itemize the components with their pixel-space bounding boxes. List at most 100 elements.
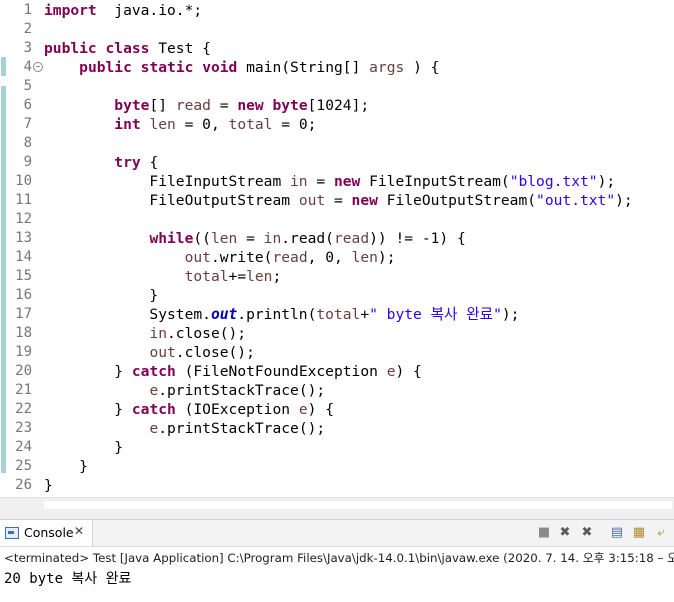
line-number: 17 [15, 306, 32, 322]
code-text: } catch (FileNotFoundException e) { [44, 362, 422, 381]
code-text: FileInputStream in = new FileInputStream… [44, 172, 615, 191]
line-number: 14 [15, 249, 32, 265]
code-line[interactable]: 22 } catch (IOException e) { [0, 400, 674, 419]
code-token: .printStackTrace(); [158, 420, 326, 437]
launch-status: <terminated> Test [Java Application] C:\… [4, 551, 674, 565]
remove-launch-icon[interactable]: ✖ [557, 525, 573, 541]
code-line[interactable]: 20 } catch (FileNotFoundException e) { [0, 362, 674, 381]
code-token: new [351, 192, 378, 209]
code-token: out [184, 249, 211, 266]
code-token: } [44, 439, 124, 456]
code-line[interactable]: 4− public static void main(String[] args… [0, 58, 674, 77]
code-token: FileInputStream [44, 173, 291, 190]
code-line[interactable]: 19 out.close(); [0, 343, 674, 362]
code-token: byte [272, 97, 308, 114]
code-token: Test { [149, 40, 211, 57]
code-text: } [44, 476, 53, 495]
line-number: 11 [15, 192, 32, 208]
code-line[interactable]: 11 FileOutputStream out = new FileOutput… [0, 191, 674, 210]
code-line[interactable]: 6 byte[] read = new byte[1024]; [0, 96, 674, 115]
code-token: FileOutputStream( [377, 192, 537, 209]
code-token: [] [149, 97, 176, 114]
code-line[interactable]: 10 FileInputStream in = new FileInputStr… [0, 172, 674, 191]
code-line[interactable]: 24 } [0, 438, 674, 457]
code-line[interactable]: 16 } [0, 286, 674, 305]
code-line[interactable]: 3 public class Test { [0, 39, 674, 58]
clear-console-icon[interactable]: ▤ [609, 525, 625, 541]
line-number: 8 [23, 135, 32, 151]
horizontal-scrollbar[interactable] [0, 497, 674, 512]
code-token: ); [377, 249, 396, 266]
code-token: out [210, 306, 238, 323]
fold-collapse-icon[interactable]: − [33, 62, 43, 72]
console-title: Console [24, 525, 74, 540]
code-token: FileOutputStream [44, 192, 299, 209]
code-line[interactable]: 23 e.printStackTrace(); [0, 419, 674, 438]
code-token: java.io.*; [96, 2, 203, 19]
code-token: "blog.txt" [509, 173, 598, 190]
code-token: e [149, 382, 159, 399]
code-token: " byte 복사 완료" [369, 306, 502, 323]
code-text: import java.io.*; [44, 1, 202, 20]
code-token: ); [615, 192, 633, 209]
code-token: (( [193, 230, 211, 247]
code-token: = 0, [175, 116, 229, 133]
console-view: Console ✕ ■ ✖ ✖ ▤ ▦ ⤶ <terminated> Test … [0, 519, 674, 602]
code-token: out [298, 192, 326, 209]
code-line[interactable]: 12 [0, 210, 674, 229]
code-line[interactable]: 17 System.out.println(total+" byte 복사 완료… [0, 305, 674, 324]
code-line[interactable]: 2 [0, 20, 674, 39]
code-token: new [333, 173, 361, 190]
code-line[interactable]: 14 out.write(read, 0, len); [0, 248, 674, 267]
code-line[interactable]: 18 in.close(); [0, 324, 674, 343]
code-line[interactable]: 25 } [0, 457, 674, 476]
code-token: + [360, 306, 370, 323]
code-line[interactable]: 26} [0, 476, 674, 495]
line-number: 10 [15, 173, 32, 189]
line-number: 3 [23, 40, 32, 56]
code-text: total+=len; [44, 267, 282, 286]
code-token: } [44, 401, 132, 418]
scrollbar-thumb[interactable] [44, 501, 672, 509]
code-token: total [316, 306, 361, 323]
line-number: 6 [23, 97, 32, 113]
code-token: read [175, 97, 211, 114]
code-line[interactable]: 1 import java.io.*; [0, 1, 674, 20]
code-token: e [149, 420, 159, 437]
word-wrap-icon[interactable]: ⤶ [653, 525, 669, 541]
code-line[interactable]: 13 while((len = in.read(read)) != -1) { [0, 229, 674, 248]
remove-all-terminated-icon[interactable]: ✖ [579, 525, 595, 541]
code-token: public [44, 40, 97, 57]
code-token: , 0, [307, 249, 352, 266]
scroll-lock-icon[interactable]: ▦ [631, 525, 647, 541]
console-icon [5, 527, 19, 539]
code-editor[interactable]: 1 import java.io.*; 2 3 public class Test {4… [0, 0, 674, 497]
line-number: 5 [23, 78, 32, 94]
code-token: out [149, 344, 176, 361]
code-token: { [140, 154, 159, 171]
tab-console[interactable]: Console ✕ [0, 520, 93, 546]
code-text: e.printStackTrace(); [44, 381, 325, 400]
code-token: read [333, 230, 370, 247]
code-token: class [105, 40, 150, 57]
terminate-icon[interactable]: ■ [536, 525, 552, 541]
code-line[interactable]: 7 int len = 0, total = 0; [0, 115, 674, 134]
code-token: = 0; [272, 116, 317, 133]
line-number: 25 [15, 458, 32, 474]
code-line[interactable]: 5 [0, 77, 674, 96]
code-line[interactable]: 8 [0, 134, 674, 153]
code-token: = [307, 173, 334, 190]
code-text: e.printStackTrace(); [44, 419, 325, 438]
code-line[interactable]: 15 total+=len; [0, 267, 674, 286]
code-token: += [228, 268, 247, 285]
code-line[interactable]: 21 e.printStackTrace(); [0, 381, 674, 400]
code-line[interactable]: 9 try { [0, 153, 674, 172]
close-icon[interactable]: ✕ [74, 524, 84, 538]
